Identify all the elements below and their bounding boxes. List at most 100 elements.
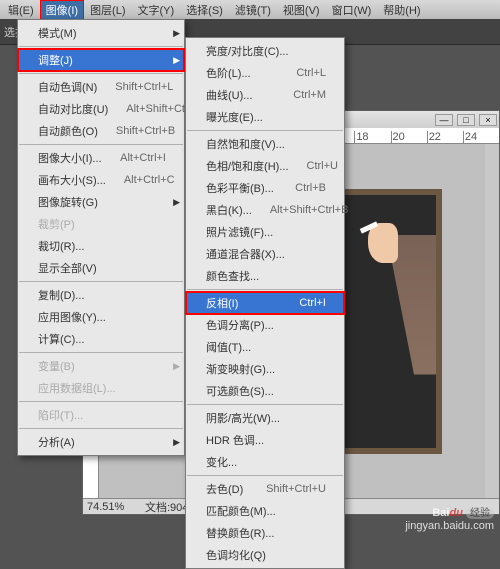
submenu-arrow-icon: ▶ <box>173 197 180 208</box>
menu-item[interactable]: 亮度/对比度(C)... <box>186 40 344 62</box>
menu-shortcut: Ctrl+L <box>296 67 326 79</box>
menu-item[interactable]: 去色(D) Shift+Ctrl+U <box>186 478 344 500</box>
submenu-arrow-icon: ▶ <box>173 437 180 448</box>
menu-separator <box>187 130 343 131</box>
menubar: 辑(E) 图像(I) 图层(L) 文字(Y) 选择(S) 滤镜(T) 视图(V)… <box>0 0 500 19</box>
menu-item-label: 阴影/高光(W)... <box>206 410 280 426</box>
menu-item-label: 画布大小(S)... <box>38 172 106 188</box>
menu-window[interactable]: 窗口(W) <box>326 0 378 20</box>
menu-item: 陷印(T)... <box>18 404 184 426</box>
menu-item[interactable]: 色相/饱和度(H)... Ctrl+U <box>186 155 344 177</box>
menu-shortcut: Ctrl+I <box>299 297 326 309</box>
menu-shortcut: Shift+Ctrl+U <box>266 483 326 495</box>
menu-item-label: 色彩平衡(B)... <box>206 180 274 196</box>
menu-item[interactable]: 调整(J)▶ <box>18 49 184 71</box>
menu-item[interactable]: 图像大小(I)...Alt+Ctrl+I <box>18 147 184 169</box>
menu-separator <box>187 475 343 476</box>
menu-item[interactable]: 通道混合器(X)... <box>186 243 344 265</box>
menu-item-label: 曲线(U)... <box>206 87 252 103</box>
menu-item: 应用数据组(L)... <box>18 377 184 399</box>
menu-item-label: 颜色查找... <box>206 268 259 284</box>
menu-separator <box>187 289 343 290</box>
menu-item-label: 渐变映射(G)... <box>206 361 275 377</box>
menu-item[interactable]: 阈值(T)... <box>186 336 344 358</box>
menu-item[interactable]: 可选颜色(S)... <box>186 380 344 402</box>
menu-item[interactable]: 自动颜色(O)Shift+Ctrl+B <box>18 120 184 142</box>
menu-type[interactable]: 文字(Y) <box>132 0 181 20</box>
menu-item[interactable]: HDR 色调... <box>186 429 344 451</box>
menu-item[interactable]: 曲线(U)... Ctrl+M <box>186 84 344 106</box>
menu-image[interactable]: 图像(I) <box>40 0 84 20</box>
menu-item[interactable]: 自动对比度(U)Alt+Shift+Ctrl+L <box>18 98 184 120</box>
menu-help[interactable]: 帮助(H) <box>377 0 426 20</box>
menu-item-label: 可选颜色(S)... <box>206 383 274 399</box>
menu-shortcut: Ctrl+B <box>295 182 326 194</box>
maximize-button[interactable]: □ <box>457 114 475 126</box>
menu-item-label: 去色(D) <box>206 481 243 497</box>
menu-item[interactable]: 显示全部(V) <box>18 257 184 279</box>
menu-item[interactable]: 画布大小(S)... Alt+Ctrl+C <box>18 169 184 191</box>
menu-shortcut: Ctrl+U <box>307 160 338 172</box>
menu-shortcut: Ctrl+M <box>293 89 326 101</box>
menu-item[interactable]: 颜色查找... <box>186 265 344 287</box>
menu-item-label: 陷印(T)... <box>38 407 83 423</box>
menu-item-label: 应用数据组(L)... <box>38 380 116 396</box>
menu-item[interactable]: 自然饱和度(V)... <box>186 133 344 155</box>
menu-item[interactable]: 曝光度(E)... <box>186 106 344 128</box>
menu-shortcut: Alt+Ctrl+C <box>124 174 175 186</box>
menu-item[interactable]: 图像旋转(G) ▶ <box>18 191 184 213</box>
menu-item[interactable]: 裁切(R)... <box>18 235 184 257</box>
watermark: Baidu 经验 jingyan.baidu.com <box>405 503 494 532</box>
menu-item[interactable]: 分析(A)▶ <box>18 431 184 453</box>
menu-item-label: 调整(J) <box>38 52 73 68</box>
adjustments-submenu: 亮度/对比度(C)... 色阶(L)...Ctrl+L 曲线(U)... Ctrl+M… <box>185 37 345 569</box>
menu-item-label: 变量(B) <box>38 358 75 374</box>
menu-item-label: 反相(I) <box>206 295 238 311</box>
menu-item-label: 自动颜色(O) <box>38 123 98 139</box>
close-button[interactable]: × <box>479 114 497 126</box>
menu-item-label: HDR 色调... <box>206 432 264 448</box>
menu-item-label: 图像旋转(G) <box>38 194 98 210</box>
menu-item[interactable]: 色阶(L)...Ctrl+L <box>186 62 344 84</box>
menu-item-label: 应用图像(Y)... <box>38 309 106 325</box>
menu-select[interactable]: 选择(S) <box>180 0 229 20</box>
menu-item-label: 自动色调(N) <box>38 79 97 95</box>
menu-item[interactable]: 应用图像(Y)... <box>18 306 184 328</box>
menu-item-label: 色相/饱和度(H)... <box>206 158 289 174</box>
menu-item[interactable]: 计算(C)... <box>18 328 184 350</box>
menu-layer[interactable]: 图层(L) <box>84 0 131 20</box>
menu-item[interactable]: 反相(I) Ctrl+I <box>186 292 344 314</box>
menu-item[interactable]: 变化... <box>186 451 344 473</box>
menu-item-label: 替换颜色(R)... <box>206 525 274 541</box>
submenu-arrow-icon: ▶ <box>173 28 180 39</box>
zoom-level[interactable]: 74.51% <box>87 501 137 513</box>
menu-separator <box>187 404 343 405</box>
menu-item[interactable]: 复制(D)... <box>18 284 184 306</box>
image-menu-dropdown: 模式(M)▶调整(J)▶自动色调(N)Shift+Ctrl+L自动对比度(U)A… <box>17 19 185 456</box>
menu-item-label: 模式(M) <box>38 25 77 41</box>
menu-view[interactable]: 视图(V) <box>277 0 326 20</box>
menu-shortcut: Alt+Ctrl+I <box>120 152 166 164</box>
menu-item[interactable]: 自动色调(N)Shift+Ctrl+L <box>18 76 184 98</box>
menu-item-label: 亮度/对比度(C)... <box>206 43 289 59</box>
menu-item[interactable]: 替换颜色(R)... <box>186 522 344 544</box>
menu-item[interactable]: 照片滤镜(F)... <box>186 221 344 243</box>
menu-item[interactable]: 渐变映射(G)... <box>186 358 344 380</box>
menu-item: 变量(B) ▶ <box>18 355 184 377</box>
menu-separator <box>19 352 183 353</box>
menu-edit[interactable]: 辑(E) <box>2 0 40 20</box>
menu-item[interactable]: 色彩平衡(B)... Ctrl+B <box>186 177 344 199</box>
menu-item[interactable]: 色调分离(P)... <box>186 314 344 336</box>
menu-item-label: 复制(D)... <box>38 287 84 303</box>
menu-filter[interactable]: 滤镜(T) <box>229 0 277 20</box>
menu-item-label: 计算(C)... <box>38 331 84 347</box>
menu-item[interactable]: 匹配颜色(M)... <box>186 500 344 522</box>
menu-item-label: 自动对比度(U) <box>38 101 108 117</box>
menu-item[interactable]: 模式(M) ▶ <box>18 22 184 44</box>
menu-item[interactable]: 黑白(K)...Alt+Shift+Ctrl+B <box>186 199 344 221</box>
menu-item[interactable]: 阴影/高光(W)... <box>186 407 344 429</box>
submenu-arrow-icon: ▶ <box>173 361 180 372</box>
menu-item-label: 通道混合器(X)... <box>206 246 285 262</box>
minimize-button[interactable]: — <box>435 114 453 126</box>
menu-item[interactable]: 色调均化(Q) <box>186 544 344 566</box>
